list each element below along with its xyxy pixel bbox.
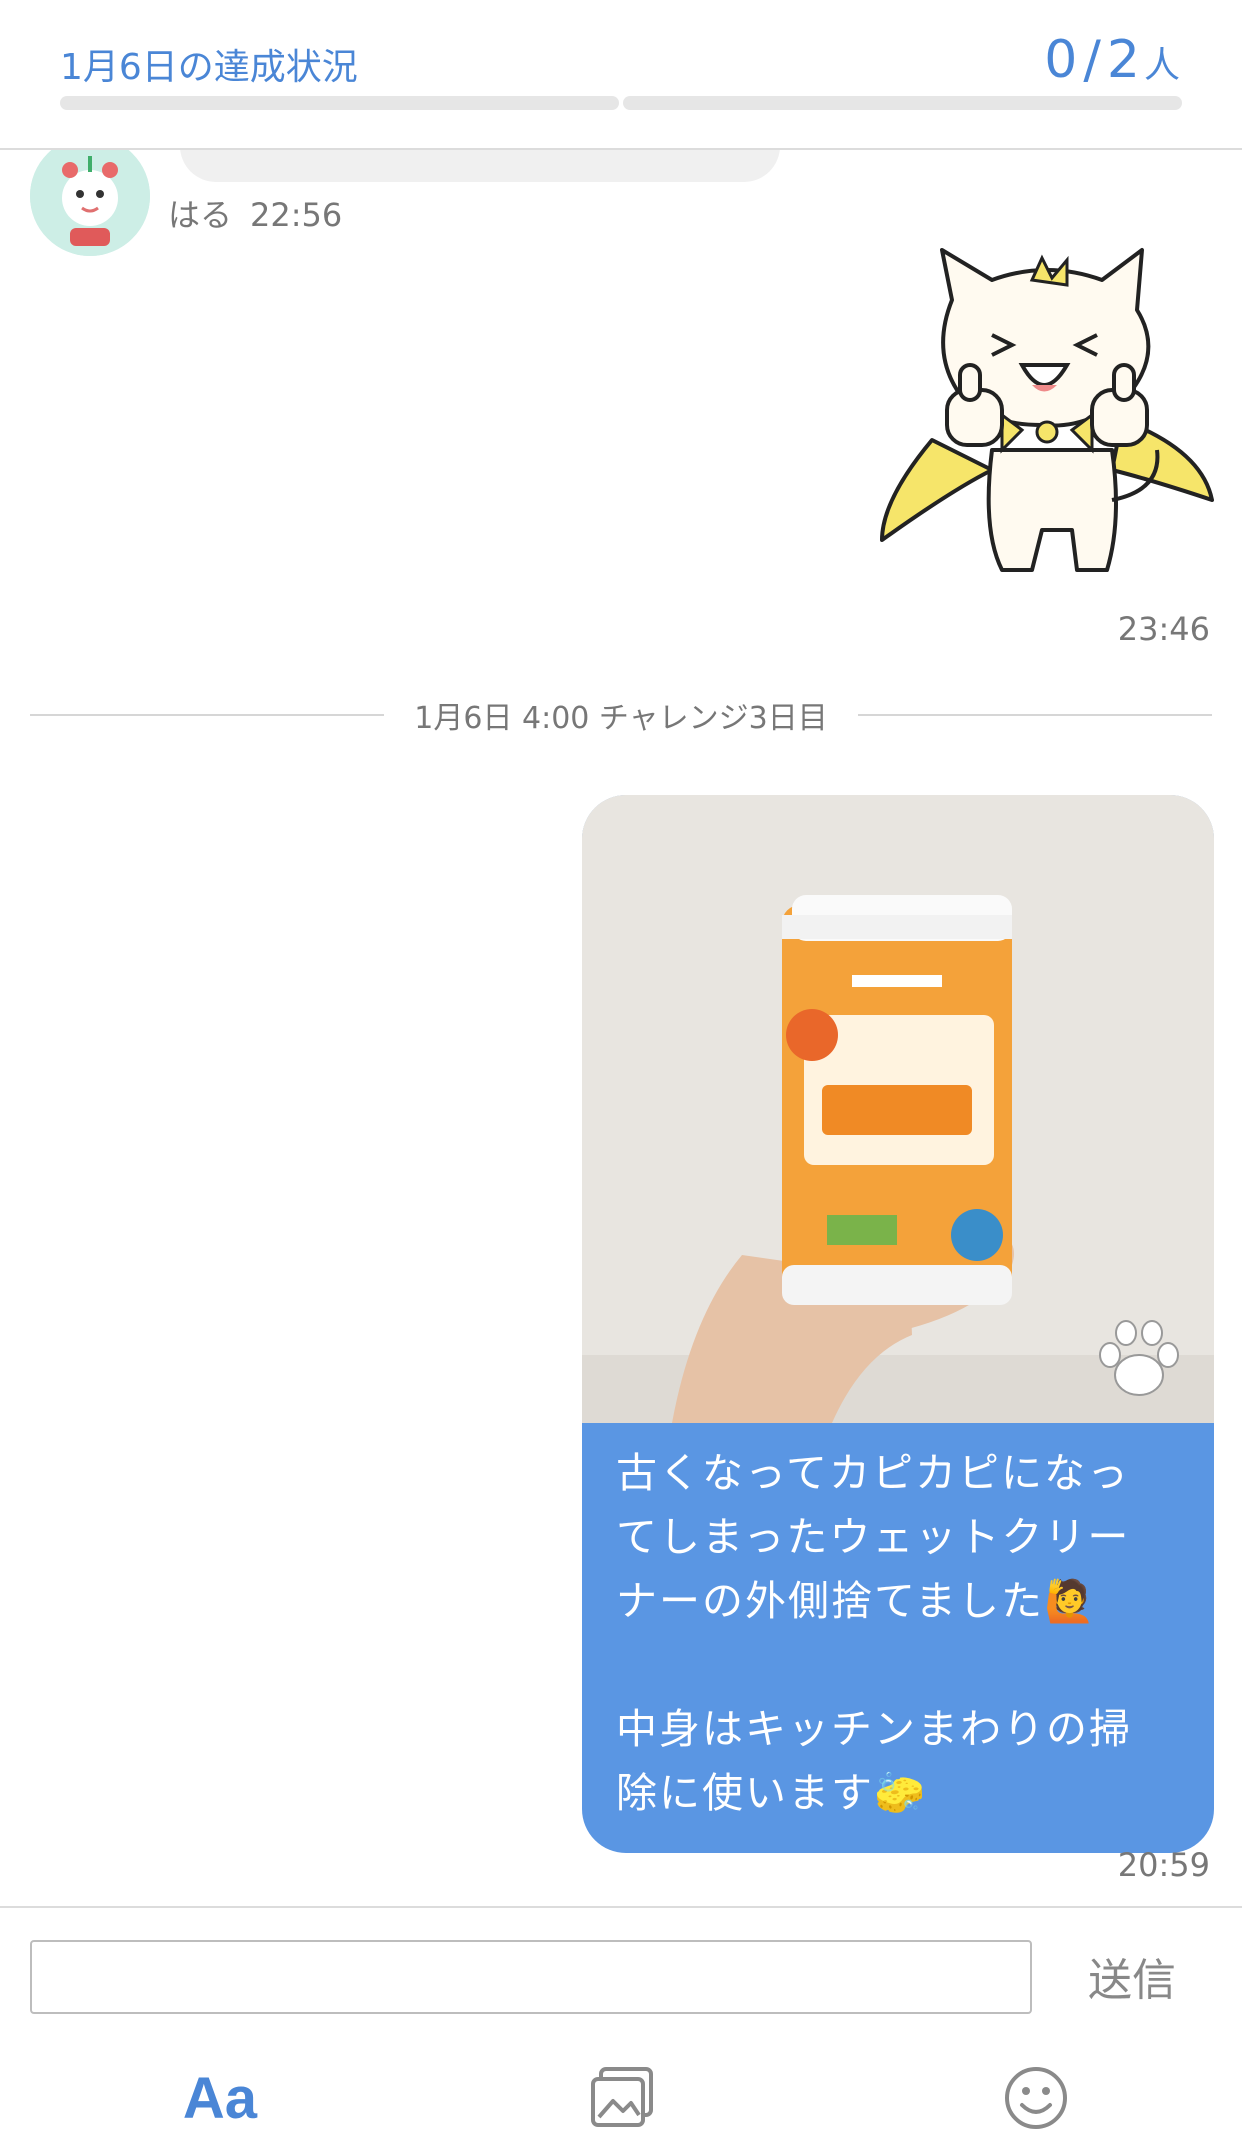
post-message-bubble[interactable]: 古くなってカピカピになっ てしまったウェットクリー ナーの外側捨てました🙋 中身… bbox=[582, 795, 1214, 1853]
avatar-icon bbox=[30, 150, 150, 256]
post-message-text: 古くなってカピカピになっ てしまったウェットクリー ナーの外側捨てました🙋 中身… bbox=[582, 1423, 1214, 1853]
message-line: 古くなってカピカピになっ bbox=[616, 1449, 1130, 1497]
image-icon bbox=[591, 2067, 653, 2127]
input-bar: 送信 Aa bbox=[0, 1906, 1242, 2148]
message-line: てしまったウェットクリー bbox=[616, 1513, 1131, 1561]
count-separator: / bbox=[1083, 30, 1101, 90]
send-button[interactable]: 送信 bbox=[1088, 1944, 1176, 2008]
previous-message-bubble bbox=[180, 150, 780, 182]
message-line bbox=[616, 1633, 1180, 1697]
message-line: 中身はキッチンまわりの掃 bbox=[616, 1705, 1132, 1753]
progress-segment bbox=[60, 96, 619, 110]
count-total: 2 bbox=[1106, 30, 1140, 90]
message-input[interactable] bbox=[30, 1940, 1032, 2014]
progress-bar bbox=[60, 96, 1182, 110]
progress-segment bbox=[623, 96, 1182, 110]
divider-line bbox=[857, 714, 1212, 716]
message-line: 除に使います🧽 bbox=[616, 1769, 928, 1817]
message-line: ナーの外側捨てました🙋 bbox=[616, 1577, 1097, 1625]
text-format-button[interactable]: Aa bbox=[160, 2058, 280, 2138]
count-done: 0 bbox=[1044, 30, 1078, 90]
smiley-icon bbox=[1005, 2067, 1067, 2129]
achievement-count: 0/2 人 bbox=[1044, 30, 1180, 90]
count-unit: 人 bbox=[1143, 45, 1180, 86]
chat-area[interactable]: はる 22:56 23:46 1月6日 4:00 チャレンジ3日目 古くなってカ… bbox=[0, 150, 1242, 1906]
message-time: 22:56 bbox=[250, 196, 343, 234]
cat-hero-sticker-icon bbox=[880, 248, 1214, 572]
sender-name: はる bbox=[168, 196, 233, 234]
paw-icon[interactable] bbox=[1094, 1317, 1184, 1403]
achievement-title: 1月6日の達成状況 bbox=[60, 47, 358, 88]
date-divider: 1月6日 4:00 チャレンジ3日目 bbox=[30, 695, 1212, 736]
avatar[interactable] bbox=[30, 150, 150, 256]
post-message-time: 20:59 bbox=[1117, 1846, 1210, 1884]
cleaner-container-photo[interactable] bbox=[582, 795, 1214, 1423]
sticker-time: 23:46 bbox=[1117, 610, 1210, 648]
message-meta: はる 22:56 bbox=[168, 190, 342, 236]
achievement-header: 1月6日の達成状況 0/2 人 bbox=[0, 0, 1242, 150]
divider-line bbox=[30, 714, 385, 716]
divider-label: 1月6日 4:00 チャレンジ3日目 bbox=[414, 701, 828, 736]
image-button[interactable] bbox=[582, 2058, 662, 2138]
emoji-button[interactable] bbox=[996, 2058, 1076, 2138]
